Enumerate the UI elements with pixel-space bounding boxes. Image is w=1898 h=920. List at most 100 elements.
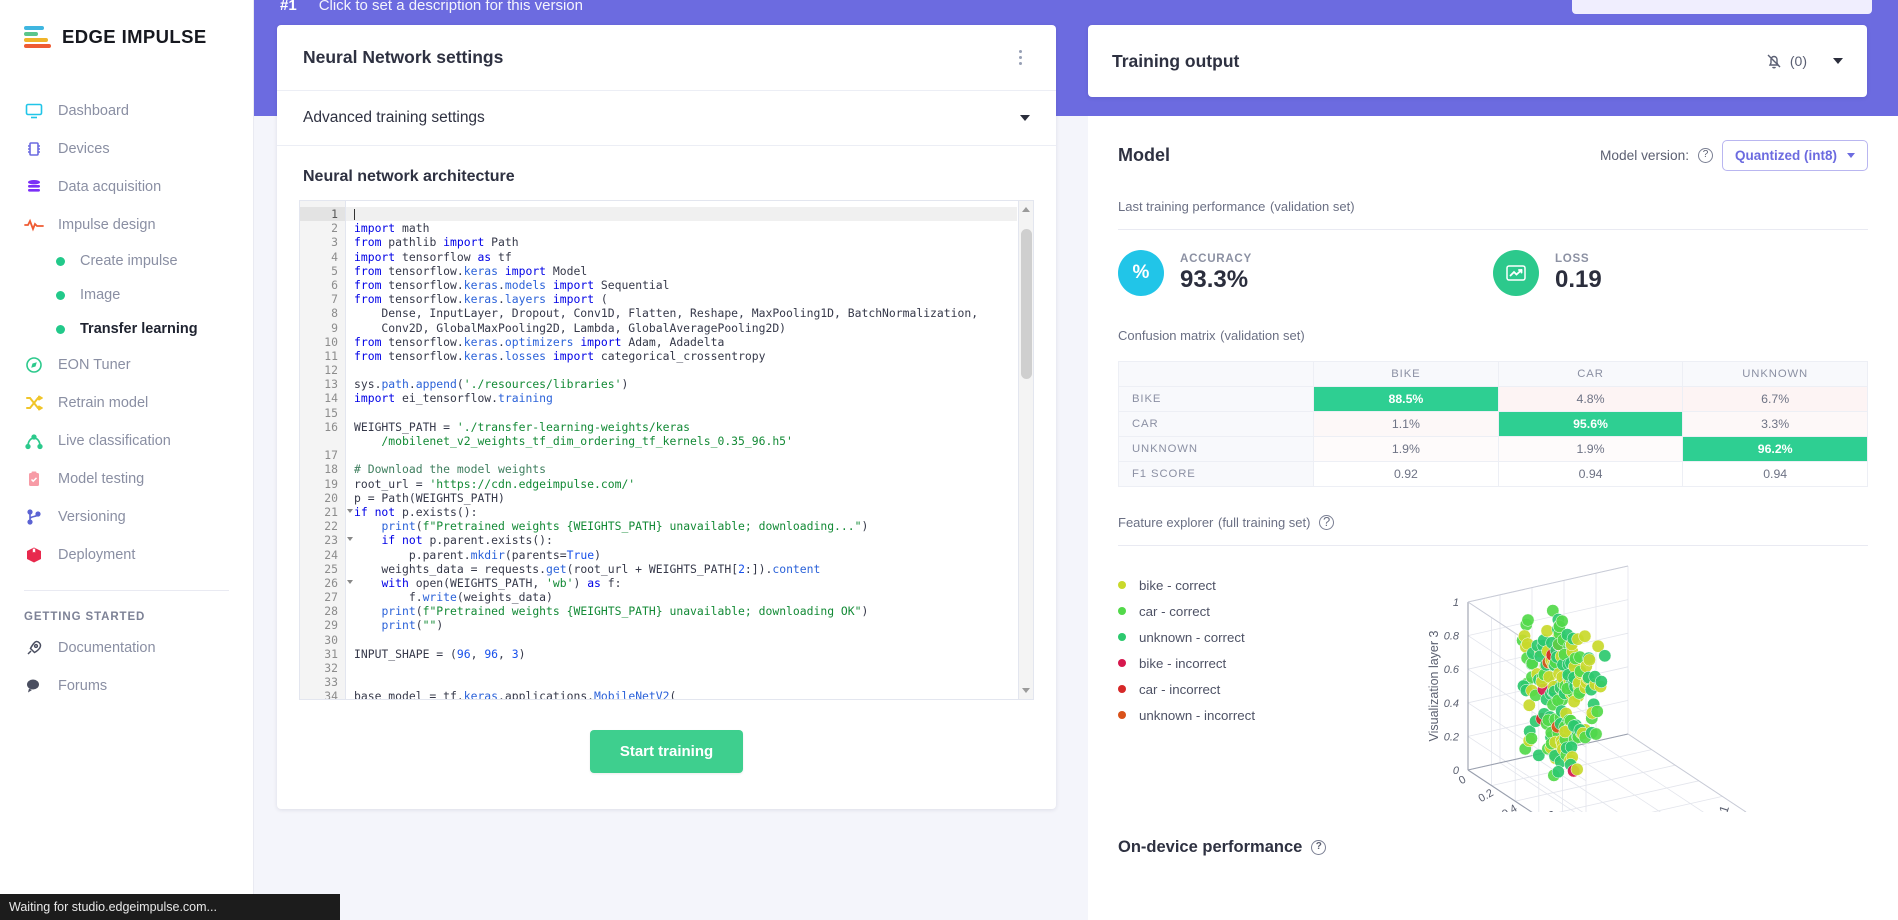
last-training-performance-title: Last training performance (validation se… <box>1118 197 1868 216</box>
scatter-point[interactable] <box>1570 762 1584 776</box>
version-description[interactable]: Click to set a description for this vers… <box>319 0 583 14</box>
sidebar-item-deployment[interactable]: Deployment <box>0 536 253 574</box>
sidebar-item-image[interactable]: Image <box>0 278 253 312</box>
chevron-down-icon <box>1847 153 1855 158</box>
editor-line-number: 3 <box>331 235 338 250</box>
editor-code-line: # Download the model weights <box>354 462 547 477</box>
legend-label: car - incorrect <box>1139 681 1221 697</box>
legend-color-dot <box>1118 581 1126 589</box>
sidebar-item-label: Forums <box>58 678 108 694</box>
confusion-matrix-title: Confusion matrix (validation set) <box>1118 326 1868 345</box>
sidebar-item-label: EON Tuner <box>58 357 131 373</box>
scatter-3d-svg[interactable]: 10.80.60.40.2010.80.60.40.2010.50Visuali… <box>1348 562 1868 812</box>
table-column-header <box>1117 361 1315 387</box>
sidebar-item-versioning[interactable]: Versioning <box>0 498 253 536</box>
version-action-button[interactable] <box>1572 0 1872 14</box>
feature-explorer-body: bike - correct car - correct unknown - cor… <box>1118 562 1868 812</box>
editor-code-line: from tensorflow.keras import Model <box>354 263 588 278</box>
start-training-button[interactable]: Start training <box>589 730 744 773</box>
sidebar-item-live-classification[interactable]: Live classification <box>0 422 253 460</box>
scatter-point[interactable] <box>1524 731 1538 745</box>
editor-code-line: if not p.exists(): <box>354 504 478 519</box>
mute-notifications-control[interactable]: (0) <box>1765 52 1807 70</box>
legend-item[interactable]: car - incorrect <box>1118 676 1338 702</box>
table-cell: 1.9% <box>1497 436 1684 462</box>
chevron-down-icon <box>1020 115 1030 121</box>
editor-line-number: 8 <box>331 306 338 321</box>
scatter-point[interactable] <box>1521 613 1535 627</box>
legend-item[interactable]: unknown - incorrect <box>1118 702 1338 728</box>
editor-code-line: import math <box>354 221 430 236</box>
scatter-point[interactable] <box>1589 727 1603 741</box>
sidebar-nav: Dashboard Devices Data acquisition Impul… <box>0 92 253 705</box>
editor-line-number: 16 <box>324 419 338 434</box>
legend-item[interactable]: bike - incorrect <box>1118 650 1338 676</box>
confusion-title-text: Confusion matrix <box>1118 328 1216 343</box>
scatter-point[interactable] <box>1555 614 1569 628</box>
neural-network-settings-card: Neural Network settings Advanced trainin… <box>277 25 1056 809</box>
brand-logo[interactable]: EDGE IMPULSE <box>0 0 253 48</box>
editor-code-line: root_url = 'https://cdn.edgeimpulse.com/… <box>354 476 636 491</box>
performance-subtitle-text: (validation set) <box>1270 199 1355 214</box>
sidebar-item-data-acquisition[interactable]: Data acquisition <box>0 168 253 206</box>
rocket-icon <box>24 638 44 658</box>
legend-color-dot <box>1118 659 1126 667</box>
graph-icon <box>24 431 44 451</box>
scatter-point[interactable] <box>1551 765 1565 779</box>
editor-code-line <box>346 448 1017 462</box>
advanced-training-settings-toggle[interactable]: Advanced training settings <box>277 91 1056 146</box>
scatter-point[interactable] <box>1598 649 1612 663</box>
sidebar-item-forums[interactable]: Forums <box>0 667 253 705</box>
editor-line-number: 1 <box>300 207 345 222</box>
editor-code-line: from pathlib import Path <box>354 235 519 250</box>
sidebar-item-eon-tuner[interactable]: EON Tuner <box>0 346 253 384</box>
legend-item[interactable]: bike - correct <box>1118 572 1338 598</box>
training-output-title: Training output <box>1112 50 1240 71</box>
chip-icon <box>24 139 44 159</box>
scatter-point[interactable] <box>1590 704 1604 718</box>
code-editor[interactable]: 1 2 3 4 5 6 7 8 9 10 11 12 13 14 15 16 17 18 19 20 21 22 23 24 2… <box>299 200 1034 700</box>
scrollbar-thumb[interactable] <box>1021 229 1032 379</box>
help-icon[interactable]: ? <box>1698 148 1713 163</box>
scatter-point[interactable] <box>1582 653 1596 667</box>
table-row-header: CAR <box>1117 411 1315 437</box>
sidebar-item-label: Model testing <box>58 471 145 487</box>
model-version-select[interactable]: Quantized (int8) <box>1722 140 1868 171</box>
table-cell: 6.7% <box>1682 386 1868 412</box>
feature-explorer-plot[interactable]: 10.80.60.40.2010.80.60.40.2010.50Visuali… <box>1348 562 1868 812</box>
nn-card-header: Neural Network settings <box>277 25 1056 91</box>
nn-card-title: Neural Network settings <box>303 47 504 67</box>
sidebar-item-transfer-learning[interactable]: Transfer learning <box>0 312 253 346</box>
sidebar-item-model-testing[interactable]: Model testing <box>0 460 253 498</box>
sidebar-item-documentation[interactable]: Documentation <box>0 629 253 667</box>
scroll-up-icon[interactable] <box>1022 207 1030 212</box>
editor-code-line: Dense, InputLayer, Dropout, Conv1D, Flat… <box>354 306 979 321</box>
scatter-point[interactable] <box>1540 624 1554 638</box>
editor-code-line: p = Path(WEIGHTS_PATH) <box>354 490 505 505</box>
legend-item[interactable]: car - correct <box>1118 598 1338 624</box>
sidebar-item-create-impulse[interactable]: Create impulse <box>0 244 253 278</box>
sidebar-item-impulse-design[interactable]: Impulse design <box>0 206 253 244</box>
help-icon[interactable]: ? <box>1319 515 1335 530</box>
legend-item[interactable]: unknown - correct <box>1118 624 1338 650</box>
sidebar-item-devices[interactable]: Devices <box>0 130 253 168</box>
scatter-point[interactable] <box>1594 675 1608 689</box>
sidebar-item-label: Image <box>80 287 121 303</box>
chevron-down-icon[interactable] <box>1833 58 1843 64</box>
editor-code-area[interactable]: import math from pathlib import Path impor… <box>346 201 1017 699</box>
sidebar-item-retrain-model[interactable]: Retrain model <box>0 384 253 422</box>
box-icon <box>24 545 44 565</box>
editor-line-number: 9 <box>331 320 338 335</box>
editor-vertical-scrollbar[interactable] <box>1018 201 1033 699</box>
more-options-icon[interactable] <box>1010 50 1030 65</box>
help-icon[interactable]: ? <box>1311 840 1327 855</box>
sidebar-item-dashboard[interactable]: Dashboard <box>0 92 253 130</box>
sidebar-item-label: Deployment <box>58 547 136 563</box>
z-axis-label: Visualization layer 1 <box>1684 804 1732 812</box>
editor-line-number: 33 <box>324 675 338 690</box>
editor-line-number: 22 <box>324 519 338 534</box>
table-row: CAR 1.1% 95.6% 3.3% <box>1117 411 1868 437</box>
scroll-down-icon[interactable] <box>1022 688 1030 693</box>
scatter-point[interactable] <box>1578 629 1592 643</box>
editor-code-line <box>346 406 1017 420</box>
